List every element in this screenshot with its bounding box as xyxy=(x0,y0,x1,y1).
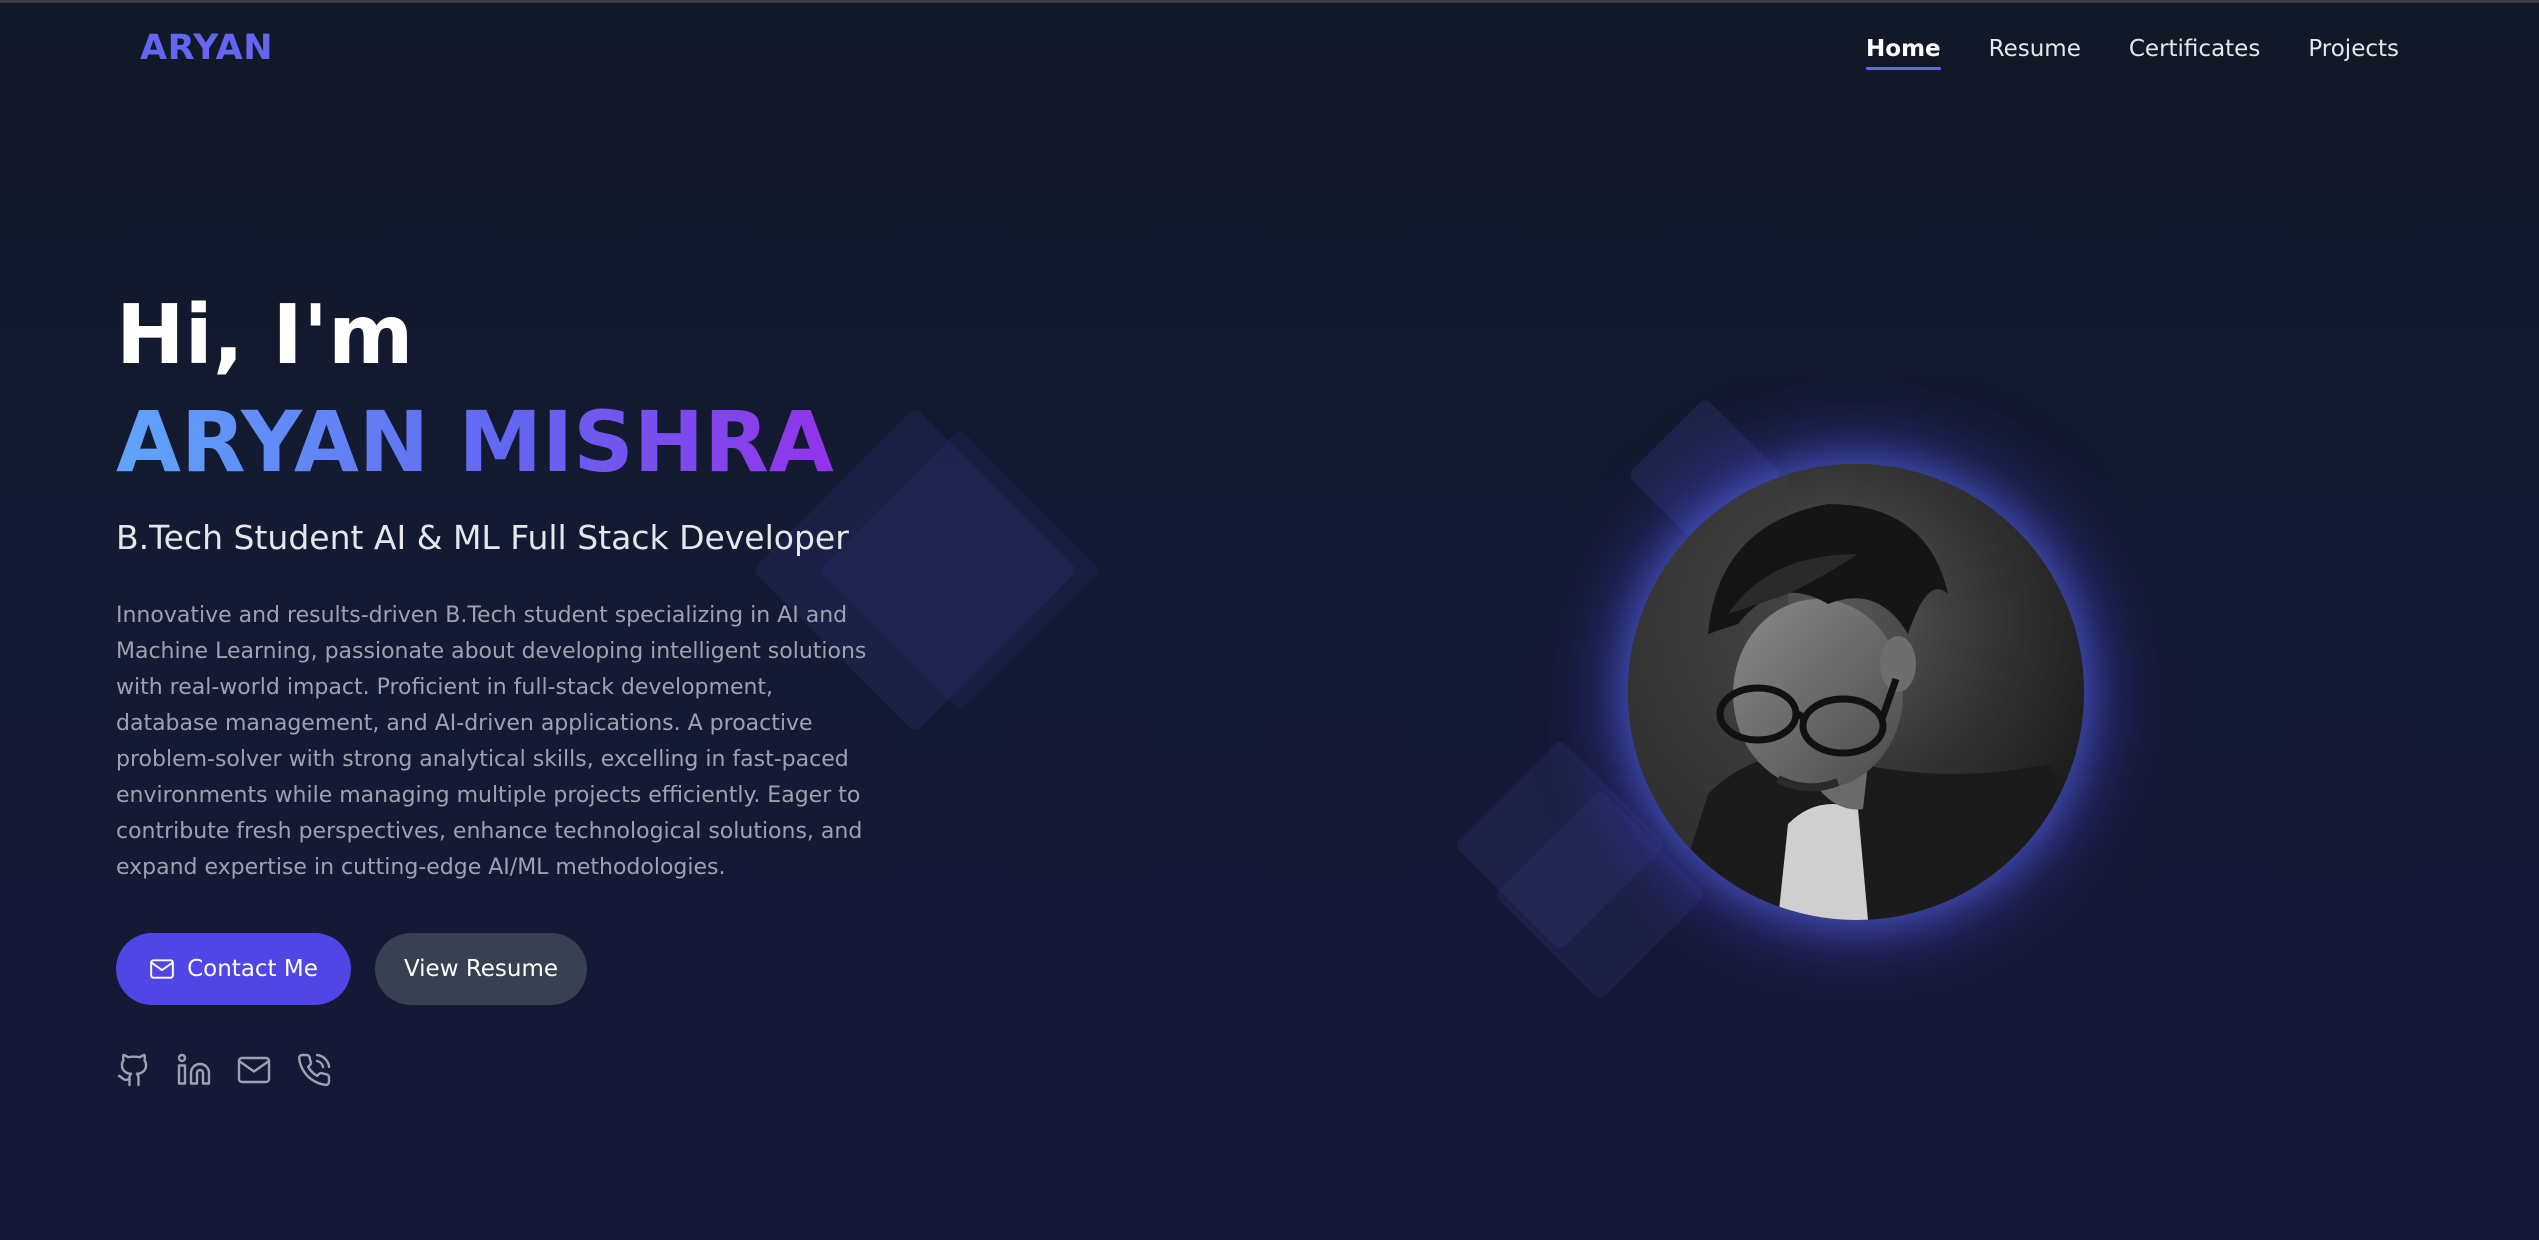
contact-me-button[interactable]: Contact Me xyxy=(116,933,351,1005)
mail-icon xyxy=(237,1056,271,1084)
profile-photo xyxy=(1628,464,2084,920)
linkedin-link[interactable] xyxy=(176,1052,212,1088)
site-logo[interactable]: ARYAN xyxy=(140,28,273,68)
window-top-border xyxy=(0,0,2539,3)
social-links xyxy=(116,1052,332,1088)
view-resume-label: View Resume xyxy=(403,956,559,982)
nav-item-resume[interactable]: Resume xyxy=(1989,36,2081,70)
view-resume-button[interactable]: View Resume xyxy=(375,933,587,1005)
hero-bio: Innovative and results-driven B.Tech stu… xyxy=(116,603,867,880)
linkedin-icon xyxy=(177,1053,211,1085)
hero-role: B.Tech Student AI & ML Full Stack Develo… xyxy=(116,518,849,557)
profile-photo-illustration xyxy=(1628,464,2084,920)
hero-name: ARYAN MISHRA xyxy=(116,393,834,491)
phone-icon xyxy=(297,1053,331,1087)
github-link[interactable] xyxy=(116,1052,152,1088)
email-link[interactable] xyxy=(236,1052,272,1088)
nav-item-home[interactable]: Home xyxy=(1866,36,1941,70)
phone-link[interactable] xyxy=(296,1052,332,1088)
contact-me-label: Contact Me xyxy=(187,956,318,982)
nav-item-projects[interactable]: Projects xyxy=(2308,36,2399,70)
nav-item-certificates[interactable]: Certificates xyxy=(2129,36,2260,70)
mail-icon xyxy=(150,959,174,979)
hero-greeting: Hi, I'm xyxy=(116,288,414,383)
github-icon xyxy=(117,1053,148,1087)
main-nav: Home Resume Certificates Projects xyxy=(1866,36,2399,70)
